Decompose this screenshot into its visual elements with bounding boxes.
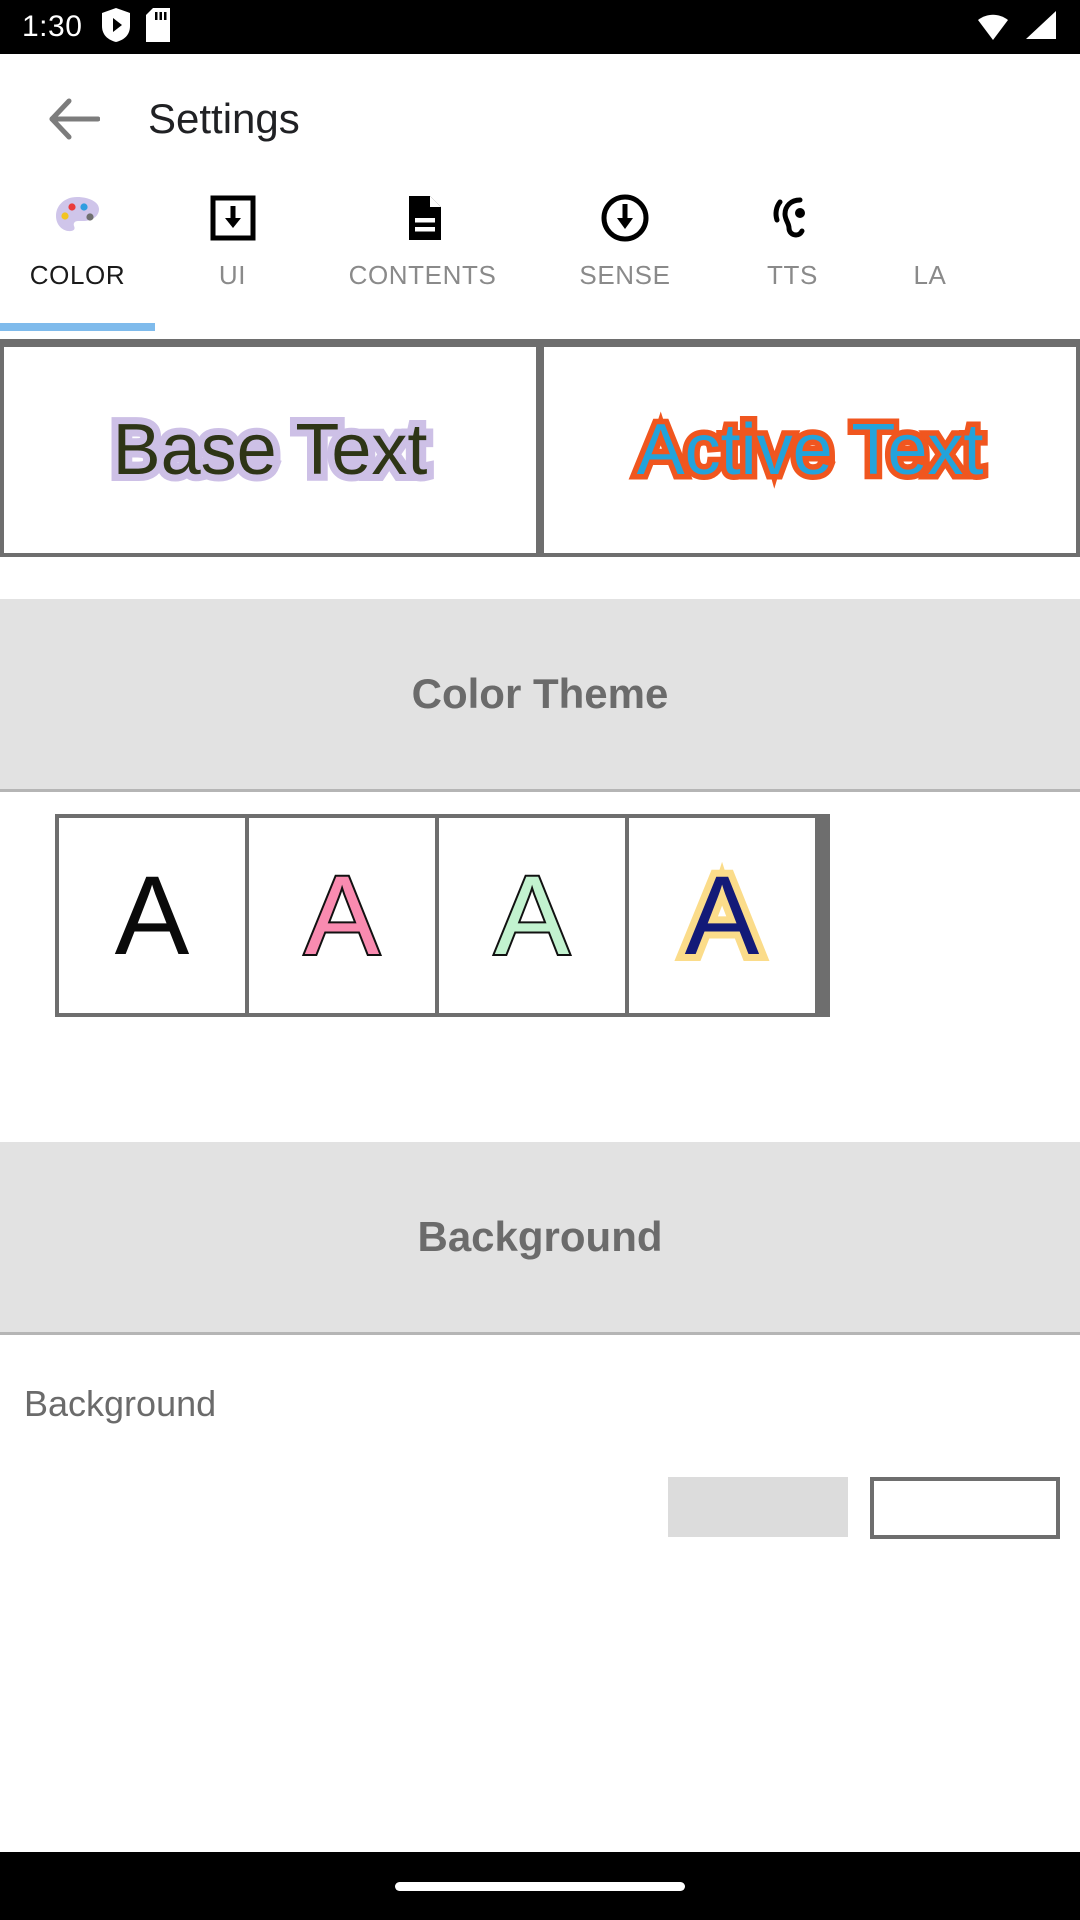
shield-play-icon — [102, 7, 131, 47]
tab-tts[interactable]: TTS — [715, 190, 870, 291]
back-button[interactable] — [38, 83, 110, 155]
status-bar: 1:30 — [0, 0, 1080, 54]
tab-list: COLOR UI CONTENTS SENSE TTS LA — [0, 184, 1080, 304]
color-theme-section-header: Color Theme — [0, 599, 1080, 789]
color-theme-header-label: Color Theme — [411, 670, 669, 717]
theme-swatch-letter: A — [493, 852, 572, 978]
tab-active-indicator — [0, 323, 155, 331]
background-color-chip-selected[interactable] — [870, 1477, 1060, 1539]
palette-icon — [52, 190, 104, 246]
spacer-after-preview — [0, 557, 1080, 599]
settings-tab-bar: COLOR UI CONTENTS SENSE TTS LA — [0, 184, 1080, 339]
tab-label-color: COLOR — [29, 260, 126, 290]
tab-sense[interactable]: SENSE — [535, 190, 715, 291]
background-section-header: Background — [0, 1142, 1080, 1332]
status-bar-left-icons — [102, 7, 171, 47]
theme-swatch-3[interactable]: A — [439, 818, 625, 1013]
document-icon — [397, 190, 449, 246]
page-title: Settings — [148, 95, 300, 142]
theme-swatch-4[interactable]: A — [629, 818, 815, 1013]
status-bar-clock: 1:30 — [22, 10, 83, 43]
wifi-icon — [976, 10, 1010, 45]
theme-swatch-1[interactable]: A — [59, 818, 245, 1013]
cell-signal-icon — [1024, 10, 1058, 45]
background-setting-row[interactable]: Background — [0, 1335, 1080, 1539]
hearing-ear-icon — [767, 190, 819, 246]
tab-label-ui: UI — [218, 260, 247, 290]
circled-download-arrow-icon — [599, 190, 651, 246]
background-header-label: Background — [417, 1213, 663, 1260]
spacer-after-swatches — [0, 1017, 1080, 1142]
base-text-sample: Base Text — [106, 407, 435, 493]
active-text-sample: Active Text — [631, 409, 989, 492]
theme-swatch-letter: A — [303, 852, 382, 978]
back-arrow-icon — [49, 98, 100, 140]
theme-swatch-2[interactable]: A — [249, 818, 435, 1013]
tab-ui[interactable]: UI — [155, 190, 310, 291]
active-text-preview[interactable]: Active Text — [544, 347, 1076, 553]
background-color-controls — [24, 1477, 1080, 1539]
tab-label-language: LA — [913, 260, 947, 290]
color-theme-swatch-area: A A A A — [0, 792, 1080, 1017]
boxed-download-arrow-icon — [207, 190, 259, 246]
theme-swatch-letter: A — [678, 852, 767, 978]
status-bar-right-icons — [976, 10, 1058, 45]
system-navigation-bar — [0, 1852, 1080, 1920]
tab-label-sense: SENSE — [579, 260, 671, 290]
theme-swatch-letter: A — [114, 852, 190, 978]
tab-language[interactable]: LA — [870, 190, 990, 291]
tab-label-tts: TTS — [767, 260, 818, 290]
tab-label-contents: CONTENTS — [348, 260, 497, 290]
background-row-label: Background — [24, 1383, 217, 1424]
language-icon — [904, 190, 956, 246]
base-text-preview[interactable]: Base Text — [4, 347, 536, 553]
tab-contents[interactable]: CONTENTS — [310, 190, 535, 291]
color-theme-swatch-row: A A A A — [55, 814, 830, 1017]
tab-color[interactable]: COLOR — [0, 190, 155, 291]
background-color-chip[interactable] — [668, 1477, 848, 1537]
text-preview-row: Base Text Active Text — [0, 339, 1080, 557]
sd-card-icon — [146, 7, 171, 47]
app-bar: Settings — [0, 54, 1080, 184]
home-gesture-pill[interactable] — [395, 1881, 685, 1891]
